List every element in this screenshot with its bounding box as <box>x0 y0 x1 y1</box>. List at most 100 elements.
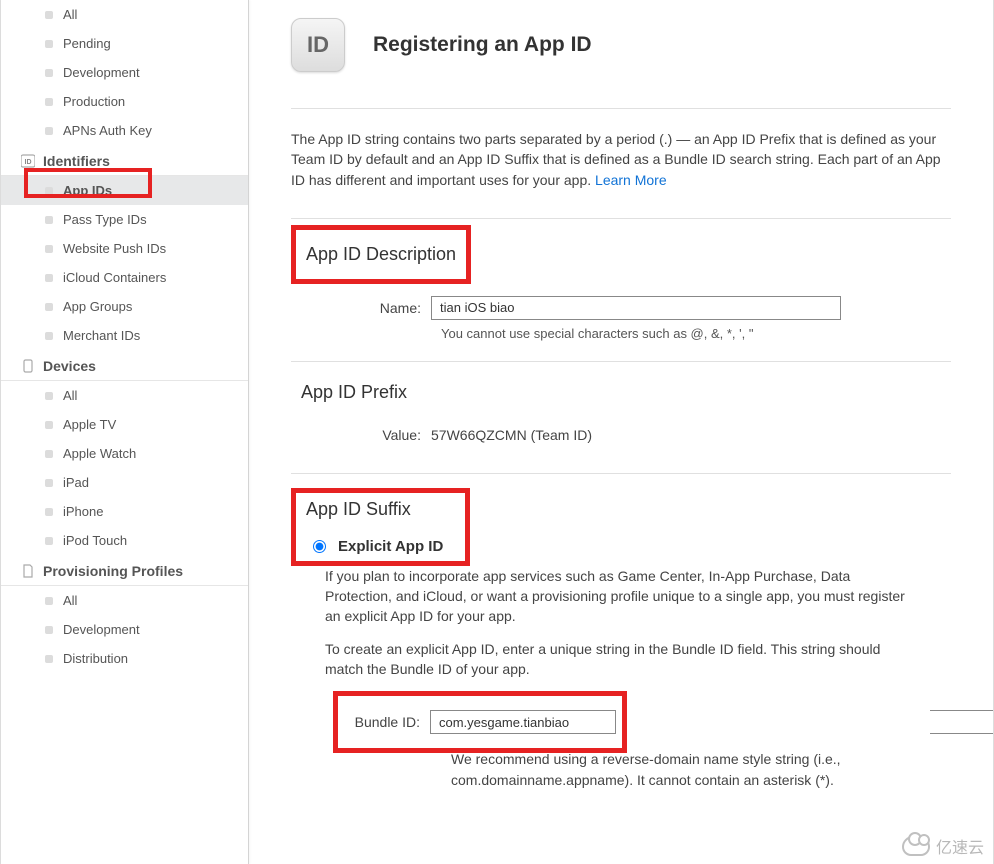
bullet-icon <box>45 332 53 340</box>
explicit-app-id-label: Explicit App ID <box>338 538 443 555</box>
bullet-icon <box>45 303 53 311</box>
sidebar-item-profiles-all[interactable]: All <box>1 586 248 615</box>
divider <box>291 218 951 219</box>
sidebar-item-all[interactable]: All <box>1 0 248 29</box>
suffix-paragraph-2: To create an explicit App ID, enter a un… <box>325 639 951 692</box>
sidebar-group-devices: All Apple TV Apple Watch iPad iPhone iPo… <box>1 381 248 555</box>
watermark-text: 亿速云 <box>936 834 984 858</box>
watermark: 亿速云 <box>902 834 984 858</box>
sidebar-group-identifiers: App IDs Pass Type IDs Website Push IDs i… <box>1 176 248 350</box>
bullet-icon <box>45 626 53 634</box>
sidebar-item-label: Development <box>63 622 140 637</box>
highlight-box-suffix: App ID Suffix Explicit App ID <box>291 488 470 566</box>
sidebar-item-app-ids[interactable]: App IDs <box>1 176 248 205</box>
bullet-icon <box>45 450 53 458</box>
sidebar-item-label: App Groups <box>63 299 132 314</box>
sidebar-item-label: Pending <box>63 36 111 51</box>
bullet-icon <box>45 127 53 135</box>
section-title-suffix: App ID Suffix <box>306 499 411 538</box>
device-icon <box>21 359 35 373</box>
sidebar-item-label: App IDs <box>63 183 112 198</box>
bundle-id-hint: We recommend using a reverse-domain name… <box>451 745 951 802</box>
suffix-paragraph-1: If you plan to incorporate app services … <box>325 566 951 639</box>
sidebar-heading-devices[interactable]: Devices <box>1 350 248 381</box>
sidebar-group-certificates: All Pending Development Production APNs … <box>1 0 248 145</box>
bullet-icon <box>45 274 53 282</box>
divider <box>291 361 951 362</box>
sidebar: All Pending Development Production APNs … <box>1 0 249 864</box>
bullet-icon <box>45 216 53 224</box>
bundle-id-input[interactable] <box>430 710 616 734</box>
main-content: ID Registering an App ID The App ID stri… <box>249 0 993 864</box>
section-title-description: App ID Description <box>296 230 466 279</box>
bullet-icon <box>45 40 53 48</box>
bullet-icon <box>45 187 53 195</box>
bullet-icon <box>45 537 53 545</box>
divider <box>291 108 951 109</box>
sidebar-item-apple-watch[interactable]: Apple Watch <box>1 439 248 468</box>
sidebar-item-apple-tv[interactable]: Apple TV <box>1 410 248 439</box>
intro-text: The App ID string contains two parts sep… <box>291 115 951 212</box>
sidebar-item-merchant-ids[interactable]: Merchant IDs <box>1 321 248 350</box>
sidebar-item-label: iPhone <box>63 504 103 519</box>
sidebar-item-pending[interactable]: Pending <box>1 29 248 58</box>
sidebar-item-production[interactable]: Production <box>1 87 248 116</box>
app-id-badge-icon: ID <box>291 18 345 72</box>
sidebar-item-profiles-development[interactable]: Development <box>1 615 248 644</box>
sidebar-heading-label: Devices <box>43 358 96 374</box>
bullet-icon <box>45 392 53 400</box>
sidebar-item-label: Production <box>63 94 125 109</box>
sidebar-item-label: All <box>63 7 77 22</box>
sidebar-item-label: iPod Touch <box>63 533 127 548</box>
sidebar-heading-identifiers[interactable]: ID Identifiers <box>1 145 248 176</box>
name-hint: You cannot use special characters such a… <box>441 326 951 355</box>
sidebar-item-label: Development <box>63 65 140 80</box>
bundle-id-input-extension[interactable] <box>930 710 993 734</box>
divider <box>291 473 951 474</box>
sidebar-item-pass-type-ids[interactable]: Pass Type IDs <box>1 205 248 234</box>
sidebar-item-iphone[interactable]: iPhone <box>1 497 248 526</box>
sidebar-item-label: All <box>63 593 77 608</box>
sidebar-heading-profiles[interactable]: Provisioning Profiles <box>1 555 248 586</box>
sidebar-heading-label: Provisioning Profiles <box>43 563 183 579</box>
sidebar-item-website-push-ids[interactable]: Website Push IDs <box>1 234 248 263</box>
sidebar-item-ipad[interactable]: iPad <box>1 468 248 497</box>
sidebar-item-icloud-containers[interactable]: iCloud Containers <box>1 263 248 292</box>
name-input[interactable] <box>431 296 841 320</box>
sidebar-item-label: All <box>63 388 77 403</box>
bullet-icon <box>45 245 53 253</box>
section-title-prefix: App ID Prefix <box>291 368 417 417</box>
bullet-icon <box>45 421 53 429</box>
page-title: Registering an App ID <box>373 33 592 57</box>
sidebar-item-label: iPad <box>63 475 89 490</box>
sidebar-item-app-groups[interactable]: App Groups <box>1 292 248 321</box>
sidebar-item-devices-all[interactable]: All <box>1 381 248 410</box>
sidebar-item-ipod-touch[interactable]: iPod Touch <box>1 526 248 555</box>
sidebar-item-label: iCloud Containers <box>63 270 166 285</box>
sidebar-item-label: Merchant IDs <box>63 328 140 343</box>
name-label: Name: <box>291 300 431 316</box>
sidebar-item-label: Distribution <box>63 651 128 666</box>
sidebar-item-development[interactable]: Development <box>1 58 248 87</box>
explicit-app-id-radio[interactable] <box>313 540 326 553</box>
svg-text:ID: ID <box>25 159 32 166</box>
sidebar-group-profiles: All Development Distribution <box>1 586 248 673</box>
bullet-icon <box>45 11 53 19</box>
sidebar-item-apns-auth-key[interactable]: APNs Auth Key <box>1 116 248 145</box>
bullet-icon <box>45 98 53 106</box>
bullet-icon <box>45 597 53 605</box>
sidebar-item-label: APNs Auth Key <box>63 123 152 138</box>
bullet-icon <box>45 479 53 487</box>
sidebar-heading-label: Identifiers <box>43 153 110 169</box>
id-badge-icon: ID <box>21 154 35 168</box>
cloud-icon <box>902 836 930 856</box>
sidebar-item-profiles-distribution[interactable]: Distribution <box>1 644 248 673</box>
prefix-value-label: Value: <box>291 427 431 443</box>
learn-more-link[interactable]: Learn More <box>595 172 667 188</box>
sidebar-item-label: Apple Watch <box>63 446 136 461</box>
bullet-icon <box>45 69 53 77</box>
highlight-box-bundle-id: Bundle ID: <box>333 691 627 753</box>
bullet-icon <box>45 655 53 663</box>
sidebar-item-label: Website Push IDs <box>63 241 166 256</box>
highlight-box-description: App ID Description <box>291 225 471 284</box>
